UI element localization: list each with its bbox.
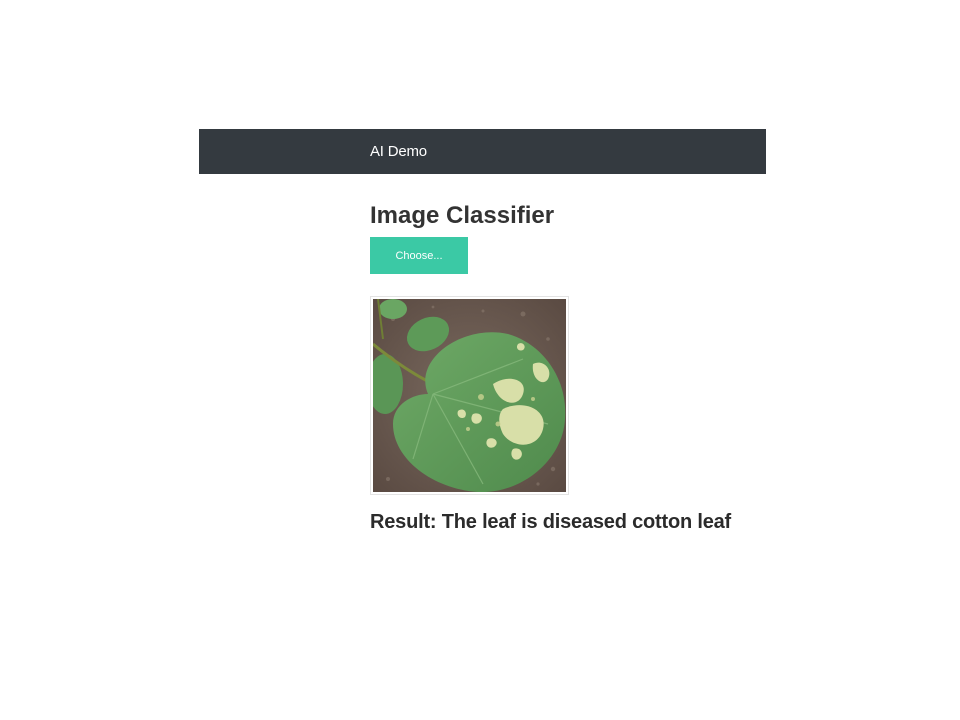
result-value: The leaf is diseased cotton leaf xyxy=(441,511,731,533)
image-preview xyxy=(370,296,569,495)
result-label: Result: xyxy=(370,511,437,533)
page-title: Image Classifier xyxy=(370,202,555,229)
leaf-photo xyxy=(373,299,566,492)
page: AI Demo Image Classifier Choose... Resul… xyxy=(0,0,960,720)
main-content: Image Classifier Choose... Result: The l… xyxy=(370,196,770,534)
navbar-brand[interactable]: AI Demo xyxy=(370,129,427,174)
result-text: Result: The leaf is diseased cotton leaf xyxy=(370,511,770,534)
top-navbar: AI Demo xyxy=(199,129,766,174)
choose-file-button[interactable]: Choose... xyxy=(370,237,468,274)
